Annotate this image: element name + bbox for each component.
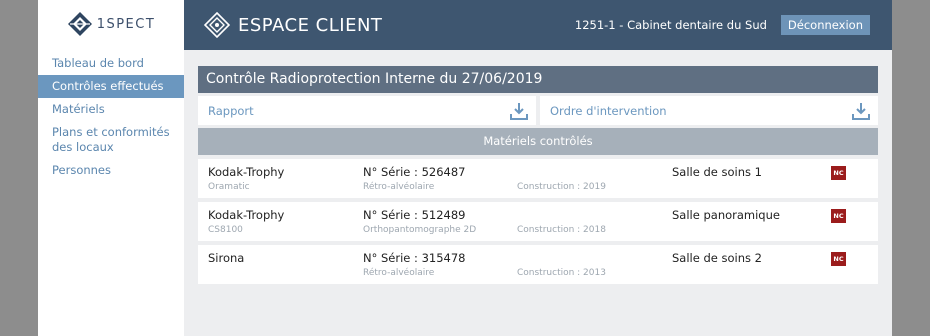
equipment-name: Kodak-Trophy <box>208 208 285 222</box>
main-area: ESPACE CLIENT 1251-1 - Cabinet dentaire … <box>184 0 892 336</box>
sidebar-item-equipment[interactable]: Matériels <box>38 98 184 121</box>
equipment-construction: Construction : 2019 <box>517 182 606 192</box>
nc-badge: NC <box>831 252 846 266</box>
sidebar-item-plans[interactable]: Plans et conformités des locaux <box>38 121 184 159</box>
equipment-model: Oramatic <box>208 182 250 192</box>
equipment-serial: N° Série : 512489 <box>363 208 466 222</box>
order-label: Ordre d'intervention <box>550 103 667 118</box>
brand: ESPACE CLIENT <box>204 12 382 38</box>
page-title: ESPACE CLIENT <box>238 14 383 36</box>
diamond-logo-icon <box>204 12 230 38</box>
equipment-row[interactable]: Kodak-Trophy CS8100 N° Série : 512489 Or… <box>198 202 878 241</box>
logout-button[interactable]: Déconnexion <box>780 15 870 35</box>
equipment-row[interactable]: Sirona N° Série : 315478 Rétro-alvéolair… <box>198 245 878 284</box>
sidebar-item-controls[interactable]: Contrôles effectués <box>38 75 184 98</box>
nc-badge: NC <box>831 166 846 180</box>
order-download[interactable]: Ordre d'intervention <box>540 96 878 125</box>
equipment-construction: Construction : 2013 <box>517 268 606 278</box>
control-title: Contrôle Radioprotection Interne du 27/0… <box>198 66 878 93</box>
client-name: 1251-1 - Cabinet dentaire du Sud <box>574 18 767 32</box>
equipment-name: Kodak-Trophy <box>208 165 285 179</box>
sidebar-nav: Tableau de bord Contrôles effectués Maté… <box>38 52 184 182</box>
equipment-section-title: Matériels contrôlés <box>198 128 878 155</box>
content: Contrôle Radioprotection Interne du 27/0… <box>184 50 892 284</box>
equipment-type: Rétro-alvéolaire <box>363 182 435 192</box>
equipment-name: Sirona <box>208 251 245 265</box>
sidebar-item-people[interactable]: Personnes <box>38 159 184 182</box>
header-right: 1251-1 - Cabinet dentaire du Sud Déconne… <box>575 15 870 35</box>
report-label: Rapport <box>208 103 254 118</box>
logo[interactable]: 1SPECT <box>38 0 184 48</box>
equipment-serial: N° Série : 315478 <box>363 251 466 265</box>
download-icon[interactable] <box>852 102 870 120</box>
equipment-type: Rétro-alvéolaire <box>363 268 435 278</box>
sidebar-item-dashboard[interactable]: Tableau de bord <box>38 52 184 75</box>
equipment-construction: Construction : 2018 <box>517 225 606 235</box>
equipment-row[interactable]: Kodak-Trophy Oramatic N° Série : 526487 … <box>198 159 878 198</box>
nc-badge: NC <box>831 209 846 223</box>
equipment-type: Orthopantomographe 2D <box>363 225 477 235</box>
documents: Rapport Ordre d'intervention <box>198 96 878 125</box>
equipment-model: CS8100 <box>208 225 243 235</box>
logo-text: 1SPECT <box>96 16 156 32</box>
equipment-room: Salle de soins 1 <box>672 165 762 179</box>
diamond-logo-icon <box>67 12 92 36</box>
header: ESPACE CLIENT 1251-1 - Cabinet dentaire … <box>184 0 892 50</box>
report-download[interactable]: Rapport <box>198 96 536 125</box>
sidebar: 1SPECT Tableau de bord Contrôles effectu… <box>38 0 184 336</box>
equipment-room: Salle de soins 2 <box>672 251 762 265</box>
download-icon[interactable] <box>510 102 528 120</box>
equipment-room: Salle panoramique <box>672 208 780 222</box>
equipment-list: Kodak-Trophy Oramatic N° Série : 526487 … <box>198 159 878 284</box>
equipment-serial: N° Série : 526487 <box>363 165 466 179</box>
